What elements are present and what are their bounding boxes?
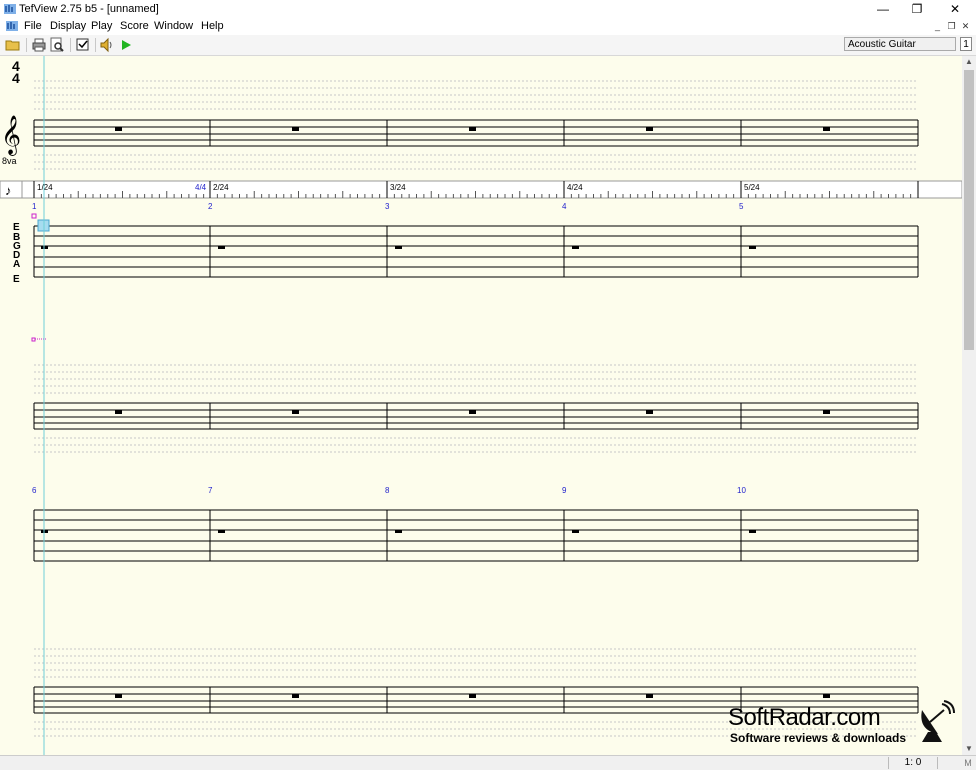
- menu-window[interactable]: Window: [154, 20, 193, 32]
- ledger-lines-top-2: [34, 364, 918, 394]
- satellite-dish-icon: [921, 700, 955, 742]
- toolbar: Acoustic Guitar 1: [0, 35, 976, 56]
- svg-text:8: 8: [385, 486, 390, 495]
- ledger-lines-bottom-1: [34, 154, 918, 170]
- eighth-note-icon[interactable]: ♪: [5, 183, 12, 198]
- print-preview-icon[interactable]: [49, 37, 65, 53]
- meter-label: 4/4: [195, 183, 207, 192]
- svg-text:1: 1: [32, 202, 37, 211]
- menu-file[interactable]: File: [24, 20, 42, 32]
- whole-rests-2: [115, 410, 830, 414]
- svg-text:4: 4: [562, 202, 567, 211]
- mdi-restore-button[interactable]: ❐: [946, 21, 957, 32]
- minimize-button[interactable]: —: [866, 0, 900, 18]
- checkbox-icon[interactable]: [75, 37, 91, 53]
- scrollbar-thumb[interactable]: [964, 70, 974, 350]
- vertical-scrollbar[interactable]: ▲ ▼: [962, 56, 976, 755]
- svg-text:2: 2: [208, 202, 213, 211]
- svg-text:7: 7: [208, 486, 213, 495]
- menu-bar: File Display Play Score Window Help _ ❐ …: [0, 18, 976, 35]
- track-number-field[interactable]: 1: [960, 37, 972, 51]
- document-icon[interactable]: [5, 19, 19, 33]
- watermark: SoftRadar.com Software reviews & downloa…: [728, 700, 968, 748]
- menu-score[interactable]: Score: [120, 20, 149, 32]
- mode-indicator: M: [964, 758, 972, 768]
- scroll-up-icon[interactable]: ▲: [962, 56, 976, 68]
- beat-label: 2/24: [213, 183, 229, 192]
- ledger-lines-bottom-2: [34, 437, 918, 453]
- svg-text:A: A: [13, 259, 20, 270]
- menu-help[interactable]: Help: [201, 20, 224, 32]
- toolbar-separator: [70, 38, 71, 52]
- toolbar-separator: [26, 38, 27, 52]
- svg-text:10: 10: [737, 486, 746, 495]
- svg-text:3: 3: [385, 202, 390, 211]
- tab-string-labels: E B G D A E: [13, 222, 21, 285]
- section-marker: [31, 337, 36, 342]
- score-view[interactable]: 4 4 𝄞 8va ♪ 1/24 2/24 3/24 4/24 5/24 4/4…: [0, 56, 962, 755]
- menu-play[interactable]: Play: [91, 20, 112, 32]
- status-bar: 1: 0 M: [0, 755, 976, 770]
- tab-staff-1: [33, 225, 919, 278]
- whole-rests-3: [115, 694, 830, 698]
- beat-label: 5/24: [744, 183, 760, 192]
- close-button[interactable]: ✕: [938, 0, 972, 18]
- whole-rests-1: [115, 127, 830, 131]
- tefview-app-icon[interactable]: [3, 2, 17, 16]
- treble-staff-1: [33, 119, 919, 147]
- cursor-position: 1: 0: [888, 757, 938, 769]
- svg-text:6: 6: [32, 486, 37, 495]
- measure-numbers-1: 1 2 3 4 5: [32, 202, 744, 211]
- treble-clef-icon: 𝄞: [1, 116, 21, 156]
- mdi-minimize-button[interactable]: _: [932, 21, 943, 32]
- score-canvas[interactable]: 4 4 𝄞 8va ♪ 1/24 2/24 3/24 4/24 5/24 4/4…: [0, 56, 962, 755]
- svg-text:5: 5: [739, 202, 744, 211]
- toolbar-separator: [95, 38, 96, 52]
- svg-text:9: 9: [562, 486, 567, 495]
- mdi-close-button[interactable]: ✕: [960, 21, 971, 32]
- beat-label: 3/24: [390, 183, 406, 192]
- window-title: TefView 2.75 b5 - [unnamed]: [19, 3, 159, 15]
- beat-label: 1/24: [37, 183, 53, 192]
- beat-label: 4/24: [567, 183, 583, 192]
- tab-staff-2: [33, 509, 919, 562]
- watermark-title: SoftRadar.com: [728, 704, 881, 731]
- watermark-subtitle: Software reviews & downloads: [730, 731, 907, 745]
- open-folder-icon[interactable]: [5, 37, 21, 53]
- octave-mark: 8va: [2, 156, 17, 166]
- menu-display[interactable]: Display: [50, 20, 86, 32]
- speaker-icon[interactable]: [99, 37, 115, 53]
- measure-numbers-2: 6 7 8 9 10: [32, 486, 746, 495]
- play-icon[interactable]: [118, 37, 134, 53]
- print-icon[interactable]: [31, 37, 47, 53]
- instrument-select[interactable]: Acoustic Guitar: [844, 37, 956, 51]
- restore-button[interactable]: ❐: [900, 0, 934, 18]
- treble-staff-2: [33, 402, 919, 430]
- ledger-lines-top-3: [34, 648, 918, 678]
- svg-text:E: E: [13, 274, 20, 285]
- title-bar: TefView 2.75 b5 - [unnamed] — ❐ ✕: [0, 0, 976, 18]
- start-marker: [31, 213, 37, 219]
- ledger-lines-top-1: [34, 80, 918, 110]
- time-signature-bottom: 4: [12, 70, 20, 86]
